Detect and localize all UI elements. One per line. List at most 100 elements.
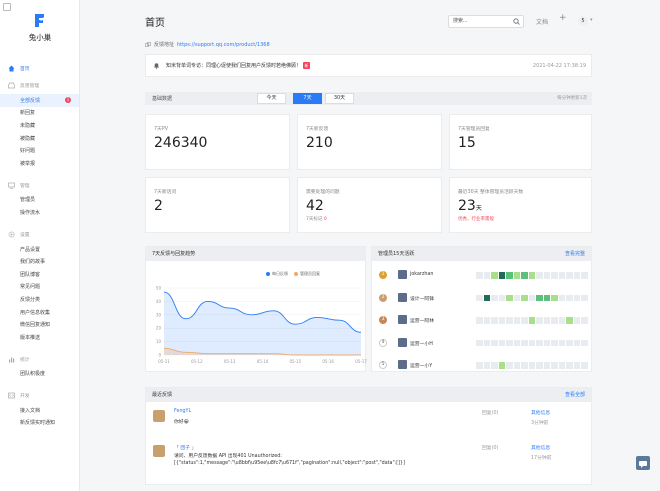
- activity-cell: [483, 272, 490, 279]
- add-icon[interactable]: +: [559, 13, 567, 23]
- activity-cell: [536, 272, 543, 279]
- admin-avatar: [398, 270, 407, 279]
- activity-cell: [506, 317, 513, 324]
- sidebar-section-0[interactable]: 首页: [0, 60, 79, 77]
- sidebar-section-label: 开发: [20, 394, 30, 400]
- feedback-float-button[interactable]: [636, 456, 650, 470]
- sidebar-item[interactable]: 好问题: [0, 144, 79, 157]
- stat-value: 23天: [458, 198, 482, 214]
- activity-cell: [551, 294, 558, 301]
- sidebar-item[interactable]: 用户信息收集: [0, 306, 79, 319]
- filter-option-7d[interactable]: 7天: [293, 93, 322, 104]
- feedback-author[interactable]: 「 团子 」: [174, 444, 196, 451]
- sidebar-item[interactable]: 被隐藏: [0, 132, 79, 145]
- avatar[interactable]: 5: [578, 16, 588, 26]
- feedback-content: 请问、用户反馈数据 API 出现401 Unauthorized: [{"sta…: [174, 454, 405, 466]
- activity-heatmap: [476, 317, 588, 324]
- ranking-row[interactable]: 1 jokarzhan: [372, 264, 593, 286]
- filter-option-30d[interactable]: 30天: [325, 93, 354, 104]
- activity-cell: [551, 317, 558, 324]
- activity-cell: [491, 272, 498, 279]
- sidebar-item[interactable]: 操作流水: [0, 206, 79, 219]
- sidebar-item[interactable]: 被举报: [0, 157, 79, 170]
- sidebar-item[interactable]: 版本推送: [0, 331, 79, 344]
- filter-option-today[interactable]: 今天: [257, 93, 286, 104]
- feedback-info-link[interactable]: 其他信息: [531, 409, 550, 416]
- sidebar-item[interactable]: 新回复: [0, 107, 79, 120]
- notice-text: 知米背单词专访：同理心促使我们回复用户反馈时若绝佛顾！: [166, 63, 302, 69]
- ranking-row[interactable]: 3 运营—阿林: [372, 309, 593, 331]
- activity-cell: [528, 317, 535, 324]
- activity-cell: [558, 272, 565, 279]
- feedback-item[interactable]: 「 团子 」请问、用户反馈数据 API 出现401 Unauthorized: …: [146, 443, 593, 483]
- x-tick-label: 05-15: [290, 359, 302, 364]
- rank-number: 5: [379, 361, 387, 369]
- activity-heatmap: [476, 362, 588, 369]
- filter-bar: 基础数据 今天 7天 30天 每分钟更新1次: [145, 92, 592, 105]
- stat-label: 7天新话问: [154, 190, 177, 195]
- activity-heatmap: [476, 272, 588, 279]
- activity-cell: [573, 362, 580, 369]
- sidebar-section-3[interactable]: 设置: [0, 226, 79, 243]
- sidebar-section-2[interactable]: 管理: [0, 177, 79, 194]
- filter-label: 基础数据: [152, 96, 173, 102]
- ranking-row[interactable]: 2 设计—阿锋: [372, 287, 593, 309]
- sidebar-item[interactable]: 常见问题: [0, 281, 79, 294]
- sidebar-nav: 首页 反馈管理 全部反馈 1 新回复 未隐藏 被隐藏 好问题 被举报管理 管理员 操作流水设置 产品设…: [0, 60, 79, 430]
- sidebar-section-5[interactable]: 开发: [0, 387, 79, 404]
- search-icon[interactable]: [513, 18, 520, 25]
- sidebar-item[interactable]: 新反馈实时通知: [0, 417, 79, 430]
- rank-number: 4: [379, 338, 387, 347]
- stat-card-new-feedback: 7天新反馈 210: [297, 114, 442, 170]
- docs-link[interactable]: 文档: [536, 17, 548, 26]
- ranking-row[interactable]: 4 运营—小H: [372, 332, 593, 354]
- sidebar-item[interactable]: 团队博客: [0, 268, 79, 281]
- sidebar: 兔小巢 首页 反馈管理 全部反馈 1 新回复 未隐藏 被隐藏 好问题 被举报 管理 管理员 操作流水设…: [0, 0, 80, 491]
- sidebar-item[interactable]: 微信回复通知: [0, 318, 79, 331]
- ranking-row[interactable]: 5 运营—小Y: [372, 354, 593, 376]
- stat-sub: 7天标记 0: [306, 216, 327, 222]
- admin-name: 运营—小H: [410, 341, 433, 347]
- sidebar-item[interactable]: 管理员: [0, 194, 79, 207]
- ranking-more-link[interactable]: 查看完整: [565, 247, 585, 261]
- link-icon: [145, 41, 151, 47]
- search-input[interactable]: 搜索...: [448, 15, 524, 28]
- stat-label: 7天PV: [154, 127, 169, 132]
- sidebar-section-4[interactable]: 统计: [0, 351, 79, 368]
- activity-cell: [543, 294, 550, 301]
- sidebar-item[interactable]: 未隐藏: [0, 119, 79, 132]
- recent-more-link[interactable]: 查看全部: [565, 388, 585, 402]
- sidebar-item[interactable]: 团队积极度: [0, 368, 79, 381]
- activity-cell: [536, 317, 543, 324]
- sidebar-toggle-icon[interactable]: [3, 3, 11, 11]
- sidebar-section-1[interactable]: 反馈管理: [0, 77, 79, 94]
- feedback-info-link[interactable]: 其他信息: [531, 444, 550, 451]
- chevron-down-icon[interactable]: ▾: [590, 17, 593, 23]
- sidebar-item[interactable]: 我们的故事: [0, 255, 79, 268]
- sidebar-item[interactable]: 产品设置: [0, 243, 79, 256]
- feedback-address-url[interactable]: https://support.qq.com/product/1368: [177, 42, 270, 48]
- stat-value: 2: [154, 198, 163, 214]
- x-tick-label: 05-17: [355, 359, 367, 364]
- stat-value-unit: 天: [475, 205, 482, 212]
- y-tick-label: 20: [156, 326, 162, 331]
- y-tick-label: 30: [156, 312, 162, 317]
- sidebar-item[interactable]: 接入文档: [0, 404, 79, 417]
- activity-cell: [476, 272, 483, 279]
- feedback-status: 回复(0): [482, 446, 499, 451]
- sidebar-item[interactable]: 全部反馈 1: [0, 94, 79, 107]
- recent-title: 最近反馈: [152, 392, 173, 398]
- sidebar-item[interactable]: 反馈分类: [0, 293, 79, 306]
- rank-number: 3: [379, 316, 387, 324]
- y-tick-label: 40: [156, 299, 162, 304]
- feedback-item[interactable]: FengYL 你好😀 回复(0) 其他信息 3分钟前: [146, 408, 593, 438]
- notice-banner[interactable]: 知米背单词专访：同理心促使我们回复用户反馈时若绝佛顾！ 新 2021-04-22…: [145, 54, 592, 77]
- sidebar-item-label: 我们的故事: [20, 259, 46, 266]
- feedback-author[interactable]: FengYL: [174, 409, 191, 414]
- activity-cell: [513, 339, 520, 346]
- activity-cell: [581, 317, 588, 324]
- gear-icon: [8, 231, 15, 238]
- stat-value: 15: [458, 135, 476, 151]
